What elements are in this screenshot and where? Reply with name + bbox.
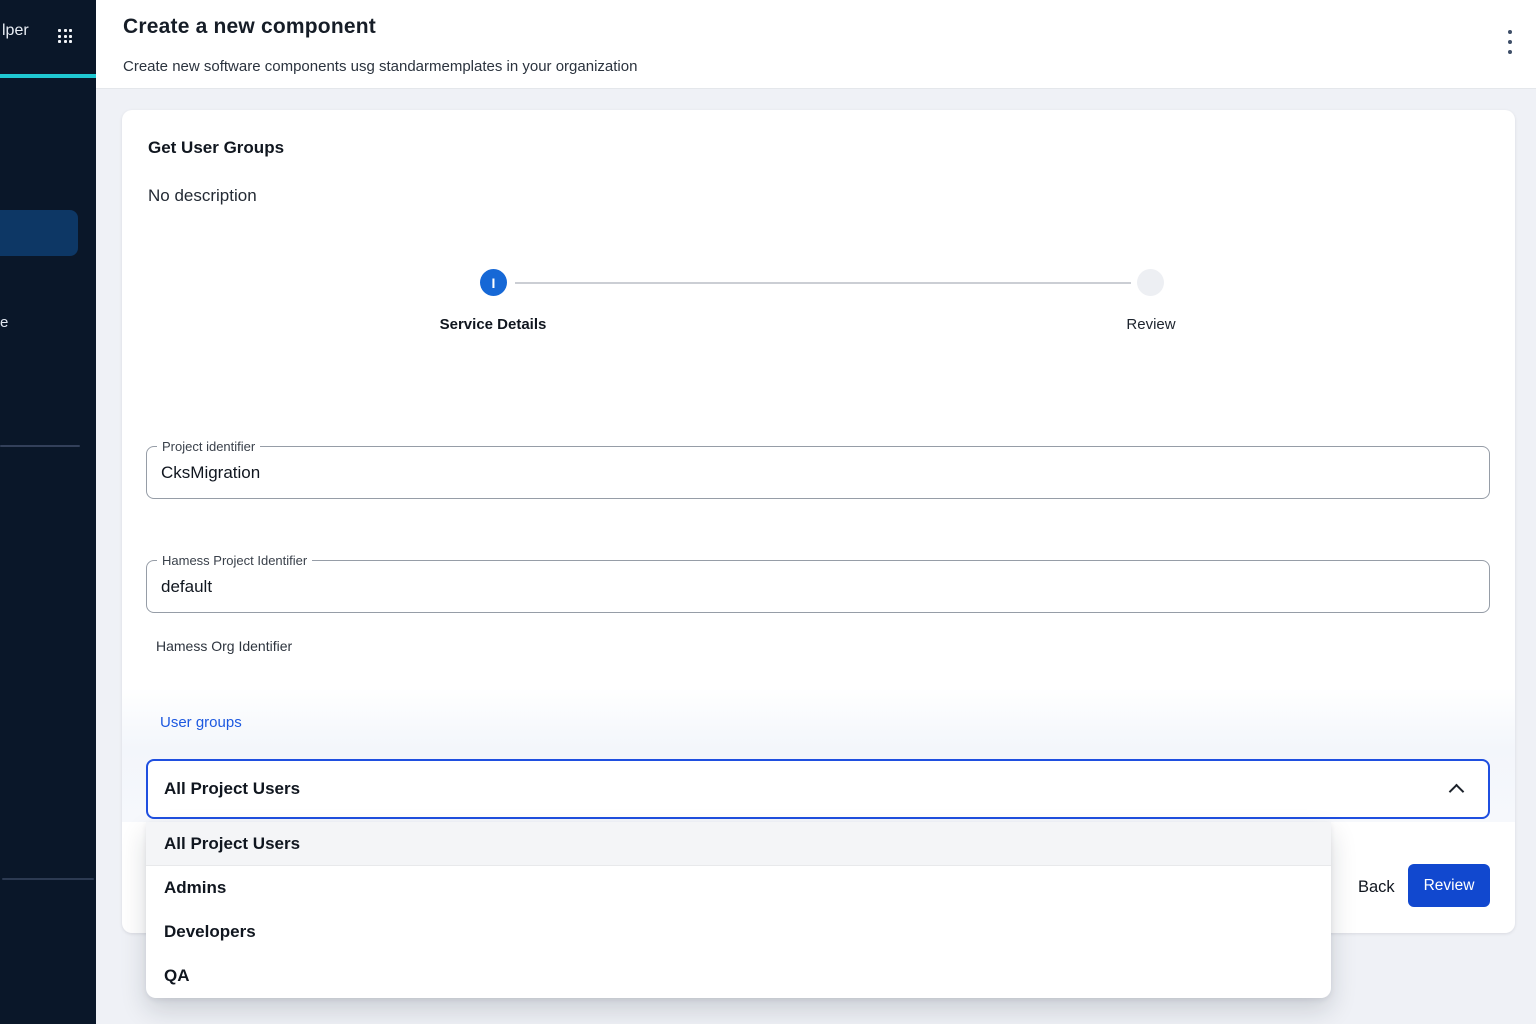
stepper-step-1-number: I	[492, 275, 496, 291]
sidebar: lper e	[0, 0, 96, 1024]
harness-project-identifier-field: Hamess Project Identifier	[146, 560, 1490, 613]
apps-grid-icon[interactable]	[58, 29, 74, 45]
user-groups-select[interactable]: All Project Users	[146, 759, 1490, 819]
project-identifier-field: Project identifier	[146, 446, 1490, 499]
project-identifier-input[interactable]	[147, 447, 1489, 498]
harness-project-identifier-input[interactable]	[147, 561, 1489, 612]
user-groups-dropdown-menu: All Project Users Admins Developers QA	[146, 822, 1331, 998]
component-form-card: Get User Groups No description I Service…	[122, 110, 1515, 933]
sidebar-app-title: lper	[2, 22, 29, 40]
menu-item-all-project-users[interactable]: All Project Users	[146, 822, 1331, 866]
stepper-step-1-label: Service Details	[440, 316, 547, 333]
sidebar-divider	[0, 445, 80, 447]
menu-item-admins[interactable]: Admins	[146, 866, 1331, 910]
stepper-step-2-label: Review	[1126, 316, 1175, 333]
menu-item-qa[interactable]: QA	[146, 954, 1331, 998]
sidebar-item-selected[interactable]	[0, 210, 78, 256]
user-groups-link[interactable]: User groups	[160, 714, 242, 731]
sidebar-divider	[2, 878, 94, 880]
page-subtitle: Create new software components usg stand…	[123, 58, 637, 75]
stepper-step-2-circle	[1137, 269, 1164, 296]
project-identifier-label: Project identifier	[157, 439, 260, 454]
page-title: Create a new component	[123, 15, 376, 39]
sidebar-accent-line	[0, 74, 96, 78]
harness-project-identifier-label: Hamess Project Identifier	[157, 553, 312, 568]
kebab-menu-icon[interactable]	[1507, 30, 1513, 54]
page-header: Create a new component Create new softwa…	[96, 0, 1536, 89]
sidebar-item-label[interactable]: e	[0, 314, 8, 331]
chevron-up-icon	[1449, 784, 1465, 800]
org-identifier-label: Hamess Org Identifier	[156, 638, 292, 654]
menu-item-developers[interactable]: Developers	[146, 910, 1331, 954]
back-button[interactable]: Back	[1348, 872, 1405, 903]
card-description: No description	[148, 186, 257, 206]
review-button[interactable]: Review	[1408, 864, 1490, 907]
stepper-connector	[515, 282, 1131, 284]
card-title: Get User Groups	[148, 138, 284, 158]
stepper-step-1-circle: I	[480, 269, 507, 296]
user-groups-selected-value: All Project Users	[164, 761, 300, 817]
